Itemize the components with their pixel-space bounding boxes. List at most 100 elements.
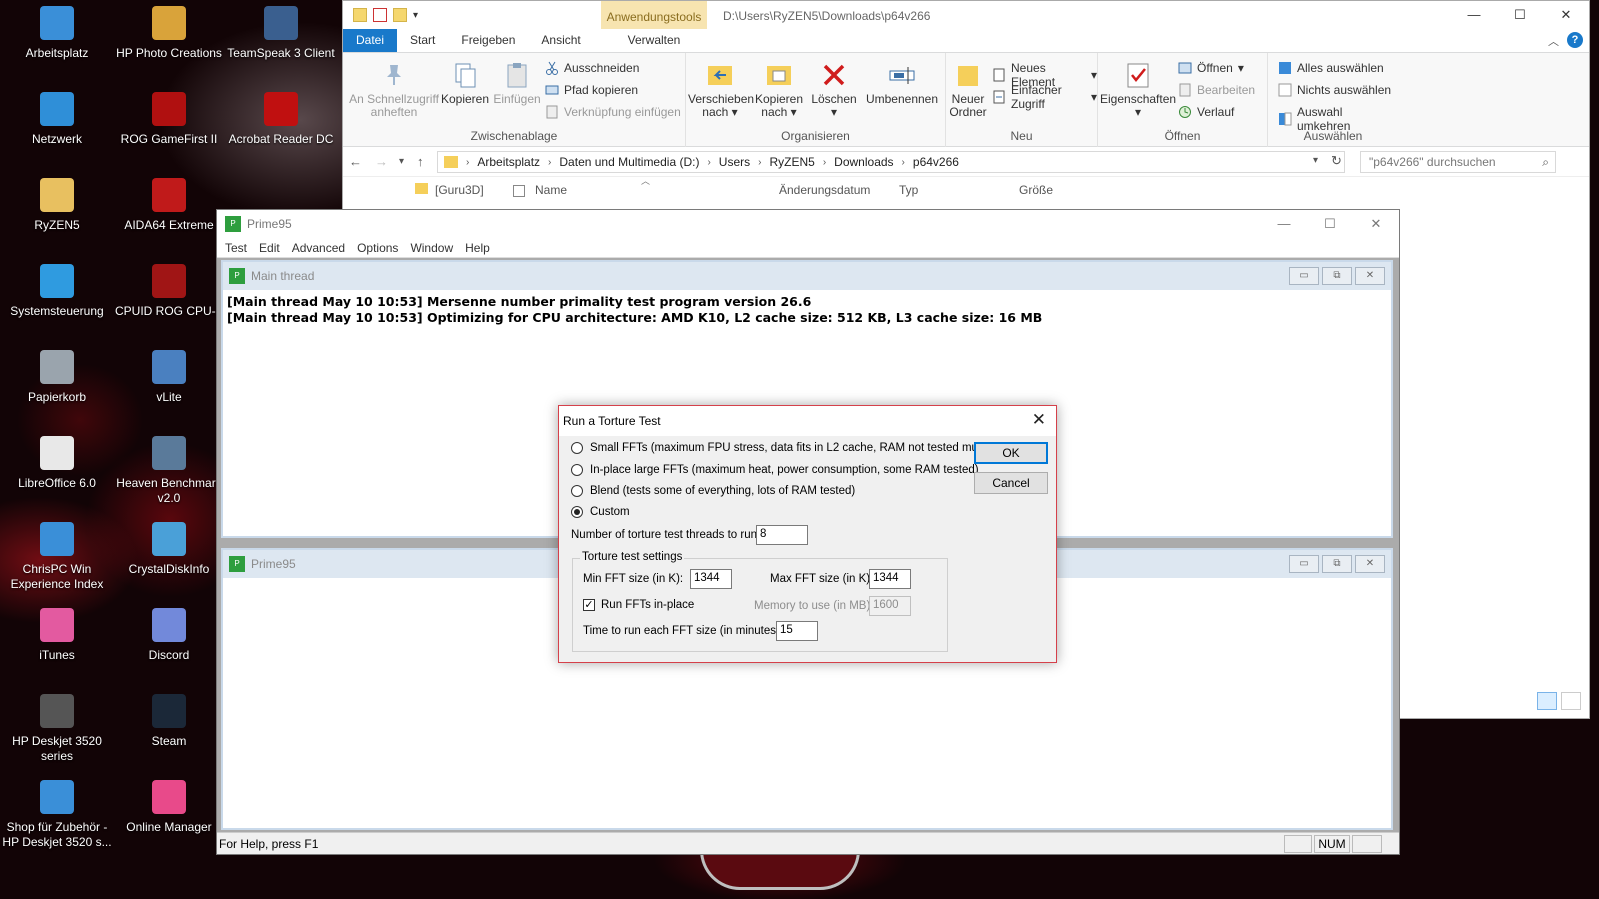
- breadcrumb-separator-icon[interactable]: ›: [707, 157, 710, 168]
- column-size[interactable]: Größe: [1019, 183, 1053, 197]
- address-bar[interactable]: › Arbeitsplatz › Daten und Multimedia (D:) ›…: [437, 151, 1345, 173]
- copy-path-button[interactable]: Pfad kopieren: [545, 83, 638, 97]
- rename-button[interactable]: Umbenennen: [862, 61, 942, 106]
- breadcrumb-separator-icon[interactable]: ›: [902, 157, 905, 168]
- tab-ansicht[interactable]: Ansicht: [528, 29, 593, 52]
- cut-button[interactable]: Ausschneiden: [545, 61, 639, 75]
- desktop-icon[interactable]: TeamSpeak 3 Client: [226, 6, 336, 61]
- collapse-ribbon-icon[interactable]: ︿: [1548, 33, 1559, 49]
- cancel-button[interactable]: Cancel: [974, 472, 1048, 494]
- desktop-icon[interactable]: Netzwerk: [2, 92, 112, 147]
- breadcrumb-separator-icon[interactable]: ›: [758, 157, 761, 168]
- desktop-icon[interactable]: Acrobat Reader DC: [226, 92, 336, 147]
- details-view-icon[interactable]: [1537, 692, 1557, 710]
- max-fft-input[interactable]: 1344: [869, 569, 911, 589]
- refresh-icon[interactable]: ↻: [1331, 153, 1342, 169]
- maximize-button[interactable]: ☐: [1497, 1, 1543, 29]
- select-all-button[interactable]: Alles auswählen: [1278, 61, 1384, 75]
- properties-icon[interactable]: [373, 8, 387, 22]
- menu-advanced[interactable]: Advanced: [286, 238, 351, 257]
- menu-window[interactable]: Window: [404, 238, 459, 257]
- column-name[interactable]: Name: [535, 183, 567, 197]
- desktop-icon[interactable]: iTunes: [2, 608, 112, 663]
- edit-button[interactable]: Bearbeiten: [1178, 83, 1255, 97]
- paste-shortcut-button[interactable]: Verknüpfung einfügen: [545, 105, 681, 119]
- paste-button[interactable]: Einfügen: [491, 61, 543, 106]
- close-button[interactable]: ✕: [1353, 210, 1399, 238]
- properties-button[interactable]: Eigenschaften ▾: [1100, 61, 1176, 119]
- radio-small-ffts[interactable]: Small FFTs (maximum FPU stress, data fit…: [571, 442, 994, 454]
- breadcrumb-item[interactable]: p64v266: [913, 155, 959, 169]
- menu-help[interactable]: Help: [459, 238, 496, 257]
- desktop-icon[interactable]: vLite: [114, 350, 224, 405]
- desktop-icon[interactable]: Arbeitsplatz: [2, 6, 112, 61]
- radio-blend[interactable]: Blend (tests some of everything, lots of…: [571, 485, 855, 497]
- desktop-icon[interactable]: Papierkorb: [2, 350, 112, 405]
- breadcrumb-item[interactable]: Arbeitsplatz: [477, 155, 540, 169]
- minimize-button[interactable]: —: [1261, 210, 1307, 238]
- qat-dropdown-icon[interactable]: ▾: [413, 10, 418, 21]
- desktop-icon[interactable]: HP Photo Creations: [114, 6, 224, 61]
- search-input[interactable]: "p64v266" durchsuchen ⌕: [1360, 151, 1556, 173]
- breadcrumb-item[interactable]: Daten und Multimedia (D:): [559, 155, 699, 169]
- menu-edit[interactable]: Edit: [253, 238, 286, 257]
- tab-verwalten[interactable]: Verwalten: [601, 29, 707, 51]
- minimize-button[interactable]: —: [1451, 1, 1497, 29]
- desktop-icon[interactable]: CPUID ROG CPU-Z: [114, 264, 224, 319]
- breadcrumb-separator-icon[interactable]: ›: [548, 157, 551, 168]
- radio-button[interactable]: [571, 464, 583, 476]
- tab-datei[interactable]: Datei: [343, 29, 398, 52]
- min-fft-input[interactable]: 1344: [690, 569, 732, 589]
- copy-to-button[interactable]: Kopieren nach ▾: [752, 61, 806, 119]
- column-type[interactable]: Typ: [899, 183, 918, 197]
- child-close-button[interactable]: ✕: [1355, 555, 1385, 573]
- breadcrumb-separator-icon[interactable]: ›: [823, 157, 826, 168]
- close-button[interactable]: ✕: [1543, 1, 1589, 29]
- help-icon[interactable]: ?: [1567, 32, 1583, 48]
- maximize-button[interactable]: ☐: [1307, 210, 1353, 238]
- radio-button[interactable]: [571, 442, 583, 454]
- child-restore-button[interactable]: ⧉: [1322, 267, 1352, 285]
- menu-test[interactable]: Test: [219, 238, 253, 257]
- child-close-button[interactable]: ✕: [1355, 267, 1385, 285]
- child-minimize-button[interactable]: ▭: [1289, 267, 1319, 285]
- up-arrow-icon[interactable]: ↑: [417, 154, 424, 169]
- desktop-icon[interactable]: Online Manager: [114, 780, 224, 835]
- new-folder-icon[interactable]: [393, 8, 407, 22]
- run-inplace-checkbox-row[interactable]: ✓ Run FFTs in-place: [583, 599, 694, 611]
- desktop-icon[interactable]: Discord: [114, 608, 224, 663]
- back-arrow-icon[interactable]: ←: [349, 154, 362, 169]
- desktop-icon[interactable]: Shop für Zubehör - HP Deskjet 3520 s...: [2, 780, 112, 850]
- desktop-icon[interactable]: HP Deskjet 3520 series: [2, 694, 112, 764]
- select-all-checkbox[interactable]: [513, 185, 525, 197]
- child-minimize-button[interactable]: ▭: [1289, 555, 1319, 573]
- close-icon[interactable]: ✕: [1032, 410, 1046, 430]
- desktop-icon[interactable]: LibreOffice 6.0: [2, 436, 112, 491]
- desktop-icon[interactable]: ROG GameFirst II: [114, 92, 224, 147]
- breadcrumb-separator-icon[interactable]: ›: [466, 157, 469, 168]
- delete-button[interactable]: Löschen ▾: [808, 61, 860, 119]
- desktop-icon[interactable]: Systemsteuerung: [2, 264, 112, 319]
- radio-button[interactable]: [571, 485, 583, 497]
- desktop-icon[interactable]: RyZEN5: [2, 178, 112, 233]
- run-inplace-checkbox[interactable]: ✓: [583, 599, 595, 611]
- threads-input[interactable]: 8: [756, 525, 808, 545]
- recent-locations-icon[interactable]: ▾: [399, 156, 404, 167]
- nav-pane-folder[interactable]: [Guru3D]: [435, 183, 484, 197]
- address-dropdown-icon[interactable]: ▾: [1313, 155, 1318, 166]
- history-button[interactable]: Verlauf: [1178, 105, 1234, 119]
- folder-icon[interactable]: [353, 8, 367, 22]
- pin-quick-access-button[interactable]: An Schnellzugriff anheften: [349, 61, 439, 119]
- child-restore-button[interactable]: ⧉: [1322, 555, 1352, 573]
- radio-button[interactable]: [571, 506, 583, 518]
- breadcrumb-item[interactable]: Users: [719, 155, 750, 169]
- radio-custom[interactable]: Custom: [571, 506, 630, 518]
- large-icons-view-icon[interactable]: [1561, 692, 1581, 710]
- menu-options[interactable]: Options: [351, 238, 404, 257]
- time-input[interactable]: 15: [776, 621, 818, 641]
- tab-start[interactable]: Start: [397, 29, 448, 52]
- desktop-icon[interactable]: CrystalDiskInfo: [114, 522, 224, 577]
- tab-freigeben[interactable]: Freigeben: [448, 29, 528, 52]
- desktop-icon[interactable]: Steam: [114, 694, 224, 749]
- select-none-button[interactable]: Nichts auswählen: [1278, 83, 1391, 97]
